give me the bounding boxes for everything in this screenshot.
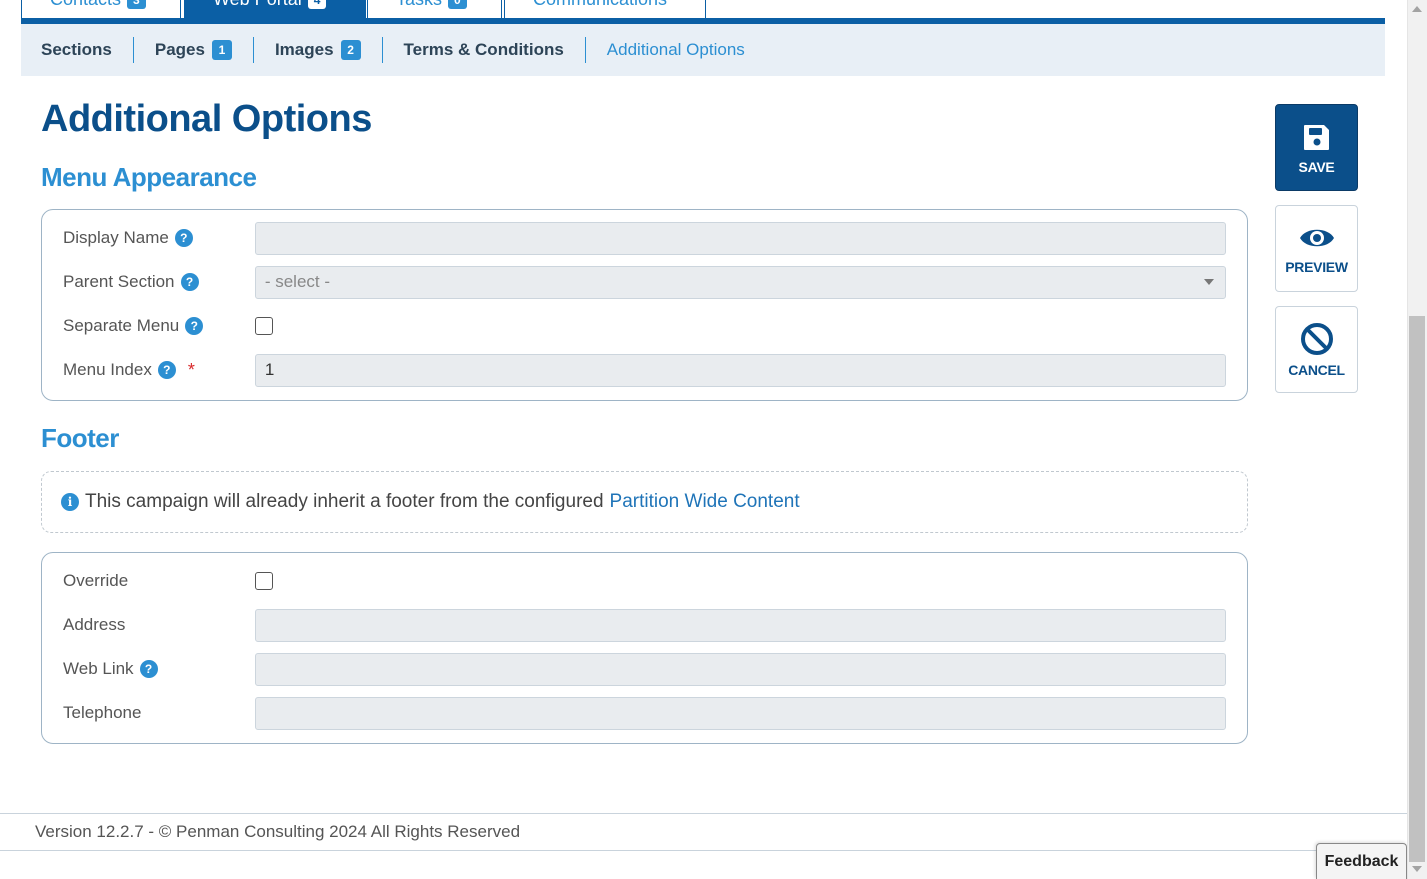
display-name-label-wrap: Display Name ? (63, 228, 255, 248)
tab-communications[interactable]: Communications (504, 0, 706, 18)
subnav-images[interactable]: Images 2 (254, 37, 383, 63)
scroll-down-arrow-icon[interactable] (1412, 866, 1422, 872)
display-name-row: Display Name ? (63, 221, 1226, 255)
footer-divider-bottom (0, 850, 1407, 851)
address-row: Address (63, 608, 1226, 642)
parent-section-select[interactable]: - select - (254, 265, 1226, 299)
tab-contacts-count: 3 (127, 0, 146, 10)
address-input[interactable] (254, 608, 1226, 642)
footer-heading: Footer (41, 423, 119, 453)
subnav-pages[interactable]: Pages 1 (134, 37, 254, 63)
sub-navigation: Sections Pages 1 Images 2 Terms & Condit… (21, 24, 1385, 76)
tab-tasks-label: Tasks (396, 0, 442, 9)
page-title: Additional Options (41, 98, 372, 140)
version-text: Version 12.2.7 - © Penman Consulting 202… (35, 822, 521, 841)
separate-menu-label-wrap: Separate Menu ? (63, 316, 255, 336)
subnav-images-label: Images (274, 40, 334, 59)
help-icon[interactable]: ? (185, 317, 204, 335)
parent-section-label: Parent Section (63, 272, 175, 291)
separate-menu-checkbox[interactable] (255, 317, 273, 335)
display-name-input[interactable] (254, 221, 1226, 255)
web-link-row: Web Link ? (63, 652, 1226, 686)
help-icon[interactable]: ? (180, 273, 199, 291)
chevron-down-icon (1204, 279, 1214, 285)
override-label: Override (63, 571, 129, 590)
scroll-up-arrow-icon[interactable] (1412, 6, 1422, 12)
subnav-sections[interactable]: Sections (41, 37, 134, 63)
required-marker: * (187, 359, 195, 380)
top-tab-bar: Contacts 3 Web Portal 4 Tasks 0 Communicati… (21, 0, 1385, 24)
subnav-additional-options[interactable]: Additional Options (586, 37, 766, 63)
cancel-label: CANCEL (1288, 361, 1345, 378)
parent-section-row: Parent Section ? - select - (63, 265, 1226, 299)
help-icon[interactable]: ? (157, 361, 176, 379)
floppy-disk-icon (1303, 124, 1329, 150)
images-count-badge: 2 (340, 40, 361, 60)
telephone-label-wrap: Telephone (63, 703, 255, 723)
web-link-label-wrap: Web Link ? (63, 659, 255, 679)
menu-appearance-panel: Display Name ? Parent Section ? - select… (41, 209, 1248, 401)
notice-text: This campaign will already inherit a foo… (85, 491, 604, 512)
web-link-input[interactable] (254, 652, 1226, 686)
footer-divider (0, 813, 1407, 814)
address-label: Address (63, 615, 126, 634)
tab-web-portal-label: Web Portal (213, 0, 302, 9)
subnav-additional-label: Additional Options (606, 40, 745, 59)
display-name-label: Display Name (63, 228, 169, 247)
override-label-wrap: Override (63, 571, 255, 591)
tab-web-portal-count: 4 (307, 0, 327, 10)
separate-menu-label: Separate Menu (63, 316, 180, 335)
tab-communications-label: Communications (533, 0, 667, 9)
tab-tasks-count: 0 (448, 0, 467, 10)
telephone-input[interactable] (254, 696, 1226, 730)
menu-index-input[interactable]: 1 (254, 353, 1226, 387)
tab-web-portal[interactable]: Web Portal 4 (184, 0, 366, 18)
save-label: SAVE (1298, 158, 1335, 175)
address-label-wrap: Address (63, 615, 255, 635)
subnav-pages-label: Pages (154, 40, 205, 59)
preview-button[interactable]: PREVIEW (1275, 205, 1358, 292)
parent-section-selected-value: - select - (264, 272, 331, 291)
partition-wide-content-link[interactable]: Partition Wide Content (610, 491, 800, 513)
telephone-row: Telephone (63, 696, 1226, 730)
help-icon[interactable]: ? (174, 229, 193, 247)
subnav-terms-label: Terms & Conditions (403, 40, 564, 59)
subnav-terms-conditions[interactable]: Terms & Conditions (383, 37, 586, 63)
feedback-button[interactable]: Feedback (1316, 843, 1407, 879)
subnav-sections-label: Sections (41, 40, 112, 59)
cancel-button[interactable]: CANCEL (1275, 306, 1358, 393)
footer-inherit-notice: i This campaign will already inherit a f… (41, 471, 1248, 533)
save-button[interactable]: SAVE (1275, 104, 1358, 191)
preview-label: PREVIEW (1285, 258, 1348, 275)
menu-index-label: Menu Index (63, 360, 152, 379)
menu-index-row: Menu Index ? * 1 (63, 353, 1226, 387)
telephone-label: Telephone (63, 703, 142, 722)
ban-icon (1300, 322, 1333, 355)
override-row: Override (63, 564, 1226, 598)
vertical-scrollbar-thumb[interactable] (1409, 316, 1425, 862)
tab-tasks[interactable]: Tasks 0 (367, 0, 502, 18)
menu-appearance-heading: Menu Appearance (41, 162, 257, 192)
eye-icon (1299, 229, 1334, 246)
web-link-label: Web Link (63, 659, 134, 678)
separate-menu-row: Separate Menu ? (63, 309, 1226, 343)
parent-section-label-wrap: Parent Section ? (63, 272, 255, 292)
info-icon: i (61, 493, 79, 511)
help-icon[interactable]: ? (139, 660, 158, 678)
tab-contacts[interactable]: Contacts 3 (21, 0, 181, 18)
override-checkbox[interactable] (255, 572, 273, 590)
pages-count-badge: 1 (211, 40, 232, 60)
tab-contacts-label: Contacts (50, 0, 121, 9)
menu-index-label-wrap: Menu Index ? * (63, 360, 255, 381)
footer-panel: Override Address Web Link ? Telephone (41, 552, 1248, 744)
